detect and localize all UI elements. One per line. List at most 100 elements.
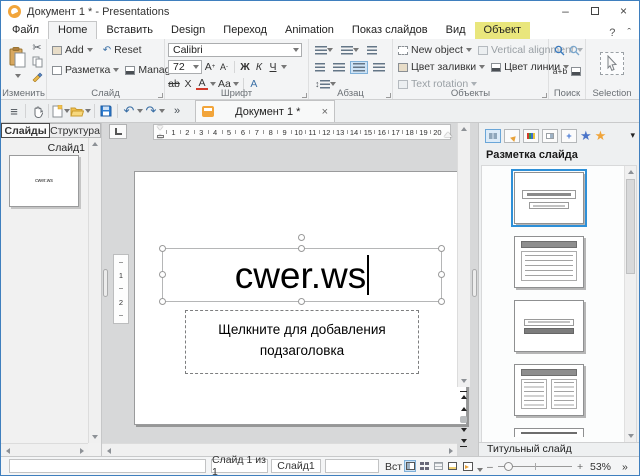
bullets-button[interactable] [312, 43, 336, 57]
resize-handle-bottom[interactable] [298, 298, 305, 305]
new-object-button[interactable]: New object [396, 44, 474, 56]
layout-thumbnail-title-partial[interactable] [514, 428, 584, 437]
right-indent-marker[interactable] [443, 128, 452, 137]
start-presentation-dropdown[interactable] [477, 468, 483, 475]
help-button[interactable]: ? [609, 27, 615, 39]
animation-star-icon[interactable]: ★ [580, 128, 592, 143]
redo-button[interactable]: ↷ [143, 102, 159, 120]
fill-color-button[interactable]: Цвет заливки [396, 61, 487, 73]
increase-indent-button[interactable] [364, 44, 380, 57]
transition-star-icon[interactable]: ★ [595, 128, 607, 143]
scroll-down-button[interactable] [89, 432, 101, 443]
subtitle-placeholder[interactable]: Щелкните для добавления подзаголовка [185, 310, 419, 374]
font-family-combo[interactable]: Calibri [168, 43, 302, 57]
scroll-left-button[interactable] [1, 445, 13, 456]
zoom-in-button[interactable]: + [577, 461, 583, 473]
font-dialog-launcher[interactable] [302, 93, 307, 98]
slides-panel-hscrollbar[interactable] [1, 443, 88, 456]
canvas-scroll-right-button[interactable] [445, 445, 457, 456]
underline-dropdown[interactable] [281, 65, 287, 72]
selection-mode-button[interactable] [600, 51, 624, 75]
canvas-scroll-up-button[interactable] [458, 123, 470, 134]
menu-tab-Вставить[interactable]: Вставить [97, 22, 162, 39]
normal-view-button[interactable] [404, 460, 416, 472]
underline-button[interactable]: Ч [267, 61, 279, 74]
layout-thumbnail-two-content[interactable] [514, 364, 584, 416]
menu-tab-Вид[interactable]: Вид [437, 22, 475, 39]
start-presentation-button[interactable] [462, 460, 474, 472]
format-painter-button[interactable] [31, 69, 43, 82]
menu-tab-Home[interactable]: Home [48, 21, 98, 39]
numbering-button[interactable] [338, 43, 362, 57]
canvas-hscrollbar[interactable] [102, 443, 457, 456]
zoom-slider-knob[interactable] [504, 462, 513, 471]
paste-dropdown[interactable] [14, 74, 21, 81]
italic-button[interactable]: К [253, 61, 265, 74]
new-document-button[interactable] [52, 102, 70, 120]
rotation-handle[interactable] [298, 234, 305, 241]
align-left-button[interactable] [330, 61, 348, 74]
resize-handle-top-left[interactable] [159, 245, 166, 252]
decrease-indent-button[interactable] [312, 61, 328, 74]
notes-view-button[interactable] [446, 460, 458, 472]
scroll-up-button[interactable] [89, 138, 101, 149]
resize-handle-top-right[interactable] [438, 245, 445, 252]
menu-tab-Animation[interactable]: Animation [276, 22, 343, 39]
indent-markers[interactable] [156, 125, 166, 139]
layout-thumbnail-title-content[interactable] [514, 236, 584, 288]
slide-sorter-view-button[interactable] [418, 460, 430, 472]
copy-button[interactable] [31, 55, 43, 68]
browse-object-button[interactable] [457, 413, 470, 425]
right-splitter-handle[interactable] [472, 269, 477, 297]
toolbar-overflow-button[interactable]: » [169, 102, 185, 120]
bold-button[interactable]: Ж [239, 61, 251, 74]
panel-tab-Структура[interactable]: Структура [50, 123, 101, 138]
add-slide-button[interactable]: Add [50, 44, 95, 56]
color-scheme-tab[interactable] [523, 128, 539, 143]
slide-layout-button[interactable]: Разметка [50, 64, 121, 76]
slide-dialog-launcher[interactable] [158, 93, 163, 98]
go-last-slide-button[interactable] [457, 437, 470, 449]
canvas-vscrollbar[interactable] [457, 123, 470, 387]
cut-button[interactable]: ✂ [31, 41, 43, 54]
align-right-button[interactable] [370, 61, 388, 74]
master-edit-tab[interactable] [504, 128, 520, 143]
go-first-slide-button[interactable] [457, 389, 470, 401]
collapse-ribbon-button[interactable]: ˆ [627, 27, 631, 39]
objects-dialog-launcher[interactable] [542, 93, 547, 98]
left-splitter-handle[interactable] [103, 269, 108, 297]
next-slide-button[interactable] [457, 425, 470, 437]
insert-object-tab[interactable]: + [561, 128, 577, 143]
menu-tab-Показ слайдов[interactable]: Показ слайдов [343, 22, 437, 39]
document-tab-close-icon[interactable]: × [322, 106, 328, 118]
status-overflow-button[interactable]: » [622, 461, 628, 473]
sidebar-menu-arrow-icon[interactable]: ▾ [630, 130, 635, 141]
zoom-out-button[interactable]: – [487, 461, 493, 473]
menu-tab-Объект[interactable]: Объект [474, 22, 531, 39]
title-textbox[interactable]: cwer.ws [159, 234, 445, 305]
font-size-combo[interactable]: 72 [168, 60, 202, 74]
slide-canvas[interactable]: 1 2 3 4 5 6 7 8 9 10 11 12 13 14 15 16 17 18 19 20 12 cwer.… [102, 123, 478, 456]
paste-button[interactable] [4, 41, 31, 87]
grow-font-button[interactable]: A + [204, 61, 216, 74]
zoom-level-indicator[interactable]: 53% [590, 461, 611, 473]
hamburger-menu-button[interactable]: ≡ [6, 102, 22, 120]
open-document-dropdown[interactable] [85, 109, 91, 116]
layout-list-scrollbar[interactable] [624, 166, 636, 442]
layout-scroll-up-button[interactable] [625, 166, 636, 177]
slide-surface[interactable]: cwer.ws Щелкните для добавления подзагол… [134, 171, 467, 425]
layout-scroll-down-button[interactable] [625, 431, 636, 442]
layout-thumbnail-title-slide[interactable] [511, 169, 587, 227]
maximize-button[interactable] [580, 1, 609, 21]
resize-handle-left[interactable] [159, 271, 166, 278]
touch-mode-button[interactable] [29, 102, 45, 120]
insert-mode-indicator[interactable]: Вст [385, 461, 402, 473]
previous-slide-button[interactable] [457, 401, 470, 413]
slides-panel-vscrollbar[interactable] [88, 138, 101, 443]
canvas-scroll-down-button[interactable] [458, 376, 470, 387]
document-tab[interactable]: Документ 1 * × [195, 100, 335, 122]
redo-dropdown[interactable] [159, 109, 165, 116]
goto-button[interactable] [571, 66, 582, 76]
resize-handle-bottom-left[interactable] [159, 298, 166, 305]
slide-thumbnail[interactable]: cwer.ws [9, 155, 79, 207]
